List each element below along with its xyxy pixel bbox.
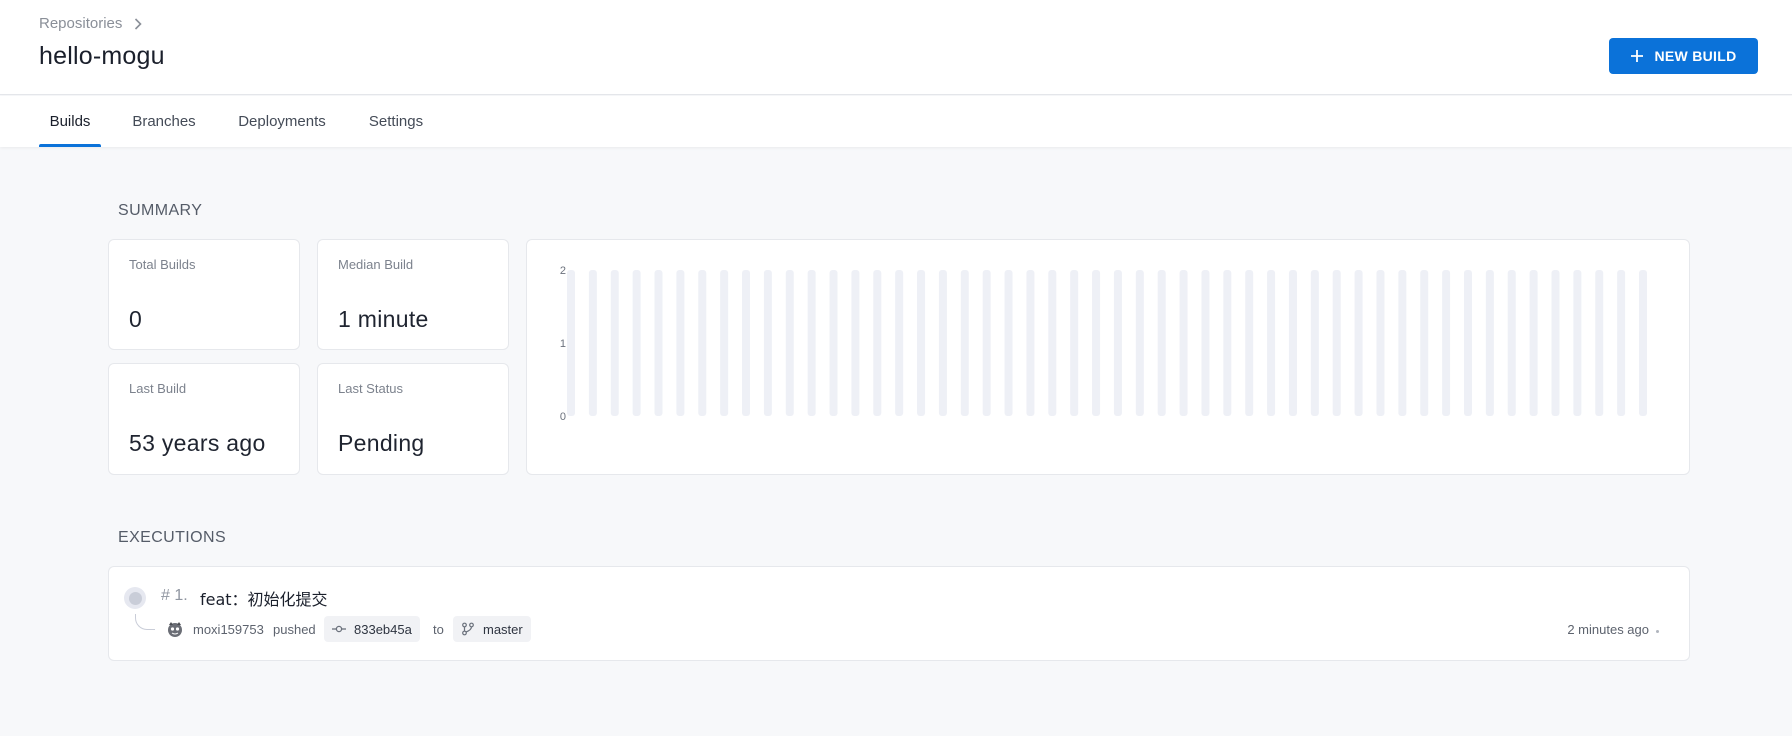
card-label: Last Status	[338, 381, 404, 396]
commit-sha: 833eb45a	[354, 621, 412, 637]
chart-bar-track	[698, 270, 707, 416]
avatar	[168, 622, 182, 637]
chart-bar-track	[1463, 270, 1472, 416]
pending-status-icon	[124, 587, 146, 609]
chart-bar-track	[807, 270, 816, 416]
branch-icon	[462, 622, 474, 636]
chart-bar-track	[938, 270, 947, 416]
connector-line	[135, 614, 155, 630]
card-label: Last Build	[129, 381, 187, 396]
chart-bar-track	[1376, 270, 1385, 416]
chart-bar-track	[1223, 270, 1232, 416]
chart-bar-track	[1507, 270, 1516, 416]
branch-name: master	[483, 621, 523, 637]
last-status-card: Last Status Pending	[317, 363, 509, 475]
chart-bar-track	[1595, 270, 1604, 416]
card-value: Pending	[338, 430, 425, 456]
tab-settings[interactable]: Settings	[367, 96, 425, 147]
chart-bar-track	[851, 270, 860, 416]
chart-bar-track	[895, 270, 904, 416]
chart-bar-track	[1026, 270, 1035, 416]
chart-bar-track	[654, 270, 663, 416]
summary-heading: SUMMARY	[118, 202, 203, 219]
plus-icon	[1631, 50, 1644, 62]
chart-bar-track	[763, 270, 772, 416]
chart-bar-track	[873, 270, 882, 416]
chart-canvas: 2 1 0	[560, 265, 1647, 423]
new-build-button[interactable]: NEW BUILD	[1609, 38, 1758, 74]
card-label: Total Builds	[129, 257, 196, 272]
chart-bar-track	[567, 270, 575, 416]
chart-bar-track	[676, 270, 685, 416]
total-builds-card: Total Builds 0	[108, 239, 300, 350]
chart-bar-track	[1573, 270, 1582, 416]
action-text: pushed	[273, 622, 316, 637]
execution-time: 2 minutes ago	[1567, 622, 1649, 637]
chevron-right-icon	[134, 17, 143, 30]
time-separator-dot	[1656, 630, 1659, 633]
new-build-label: NEW BUILD	[1654, 48, 1737, 64]
chart-bar-track	[1288, 270, 1297, 416]
chart-bar-track	[588, 270, 597, 416]
chart-bar-track	[917, 270, 926, 416]
chart-bar-track	[1048, 270, 1057, 416]
executions-heading: EXECUTIONS	[118, 529, 227, 546]
to-text: to	[433, 622, 444, 637]
build-history-chart: 2 1 0	[526, 239, 1690, 475]
chart-bar-track	[1070, 270, 1079, 416]
y-tick-label: 1	[560, 338, 566, 350]
chart-bar-track	[1310, 270, 1319, 416]
chart-bar-track	[1245, 270, 1254, 416]
chart-bar-track	[632, 270, 641, 416]
chart-bar-track	[1398, 270, 1407, 416]
tab-branches[interactable]: Branches	[131, 96, 197, 147]
chart-bar-track	[720, 270, 729, 416]
card-label: Median Build	[338, 257, 414, 272]
chart-bar-track	[1179, 270, 1188, 416]
chart-bar-track	[1485, 270, 1494, 416]
chart-bar-track	[1201, 270, 1210, 416]
commit-pill[interactable]: 833eb45a	[324, 616, 420, 642]
execution-row[interactable]: # 1. feat：初始化提交 moxi159753 pushed 833eb4…	[108, 566, 1690, 661]
chart-bar-track	[1267, 270, 1276, 416]
branch-pill[interactable]: master	[453, 616, 531, 642]
chart-bar-track	[742, 270, 751, 416]
chart-bar-track	[1551, 270, 1560, 416]
card-value: 0	[129, 306, 143, 332]
y-tick-label: 0	[560, 411, 566, 423]
chart-bar-track	[960, 270, 969, 416]
breadcrumb: Repositories	[39, 15, 143, 32]
chart-bar-track	[982, 270, 991, 416]
commit-message[interactable]: feat：初始化提交	[200, 586, 328, 610]
median-build-card: Median Build 1 minute	[317, 239, 509, 350]
tab-bar: Builds Branches Deployments Settings	[0, 96, 1792, 147]
chart-bar-track	[1113, 270, 1122, 416]
chart-bar-track	[1004, 270, 1013, 416]
chart-bar-track	[1332, 270, 1341, 416]
commit-icon	[332, 625, 346, 633]
card-value: 1 minute	[338, 306, 429, 332]
chart-bar-track	[1420, 270, 1429, 416]
page-header: Repositories hello-mogu NEW BUILD	[0, 0, 1792, 95]
last-build-card: Last Build 53 years ago	[108, 363, 300, 475]
chart-bar-track	[1442, 270, 1451, 416]
card-value: 53 years ago	[129, 430, 266, 456]
breadcrumb-repositories-link[interactable]: Repositories	[39, 15, 122, 32]
chart-bar-track	[1639, 270, 1647, 416]
author-name: moxi159753	[193, 622, 264, 637]
chart-bar-track	[1135, 270, 1144, 416]
chart-bar-track	[1617, 270, 1626, 416]
page-title: hello-mogu	[39, 42, 165, 70]
chart-bar-track	[829, 270, 838, 416]
tab-deployments[interactable]: Deployments	[236, 96, 328, 147]
tab-builds[interactable]: Builds	[39, 96, 101, 147]
chart-bar-track	[1157, 270, 1166, 416]
chart-bar-track	[1529, 270, 1538, 416]
build-number: # 1.	[161, 587, 188, 604]
chart-bar-track	[1092, 270, 1101, 416]
chart-bar-track	[610, 270, 619, 416]
chart-bar-track	[785, 270, 794, 416]
y-tick-label: 2	[560, 265, 566, 277]
chart-bar-track	[1354, 270, 1363, 416]
